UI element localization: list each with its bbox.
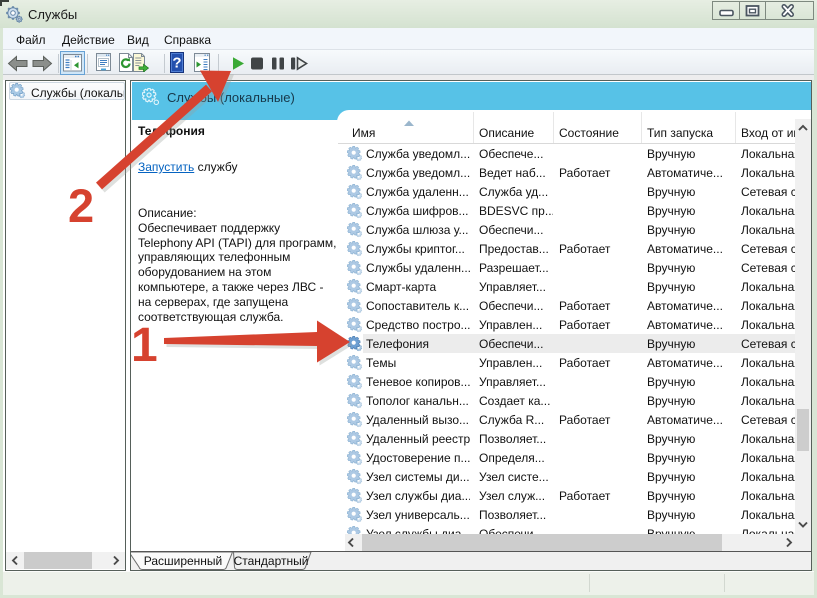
svg-text:Стандартный: Стандартный (234, 554, 309, 568)
svg-text:?: ? (172, 55, 181, 72)
svg-text:Расширенный: Расширенный (144, 554, 223, 568)
